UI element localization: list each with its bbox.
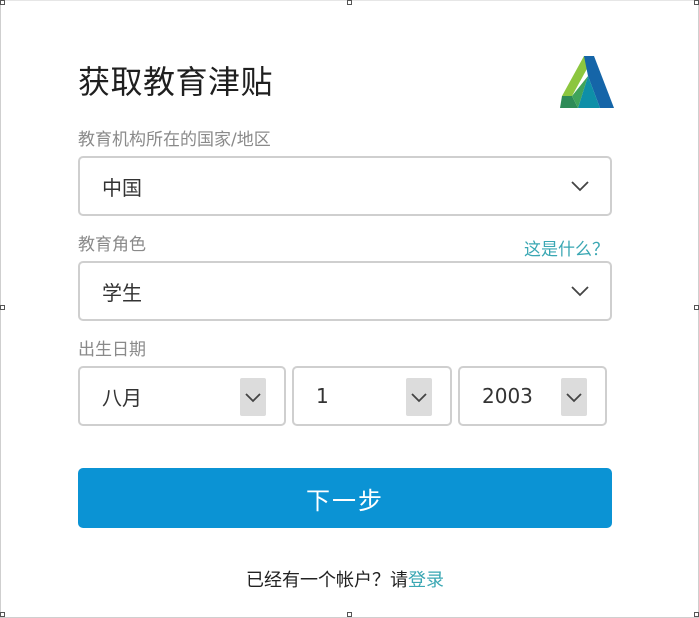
country-select[interactable]: 中国 bbox=[78, 156, 612, 216]
birth-month-value: 八月 bbox=[102, 385, 142, 410]
birth-day-select[interactable]: 1 bbox=[292, 366, 452, 426]
role-value: 学生 bbox=[102, 280, 142, 305]
resize-handle-middle-right[interactable] bbox=[694, 305, 699, 310]
what-is-this-link[interactable]: 这是什么？ bbox=[524, 239, 609, 261]
birth-year-select[interactable]: 2003 bbox=[458, 366, 607, 426]
birth-month-select[interactable]: 八月 bbox=[78, 366, 286, 426]
birth-year-value: 2003 bbox=[482, 384, 533, 408]
chevron-down-icon bbox=[240, 378, 266, 416]
next-button[interactable]: 下一步 bbox=[78, 468, 612, 528]
birth-date-label: 出生日期 bbox=[78, 340, 146, 360]
resize-handle-bottom-right[interactable] bbox=[694, 612, 699, 617]
autodesk-logo-icon bbox=[560, 56, 614, 108]
resize-handle-bottom-center[interactable] bbox=[347, 612, 352, 617]
resize-handle-bottom-left[interactable] bbox=[0, 612, 5, 617]
page-title: 获取教育津贴 bbox=[78, 63, 274, 101]
chevron-down-icon bbox=[561, 378, 587, 416]
country-value: 中国 bbox=[102, 175, 142, 200]
resize-handle-middle-left[interactable] bbox=[0, 305, 5, 310]
country-label: 教育机构所在的国家/地区 bbox=[78, 130, 271, 150]
resize-handle-top-right[interactable] bbox=[694, 0, 699, 5]
chevron-down-icon bbox=[571, 181, 589, 192]
chevron-down-icon bbox=[571, 286, 589, 297]
signin-link[interactable]: 登录 bbox=[408, 570, 444, 591]
signin-prompt: 已经有一个帐户？请登录 bbox=[0, 569, 690, 593]
role-select[interactable]: 学生 bbox=[78, 261, 612, 321]
birth-day-value: 1 bbox=[316, 384, 329, 408]
signin-prompt-text: 已经有一个帐户？请 bbox=[246, 570, 408, 591]
resize-handle-top-center[interactable] bbox=[347, 0, 352, 5]
chevron-down-icon bbox=[406, 378, 432, 416]
role-label: 教育角色 bbox=[78, 235, 146, 255]
resize-handle-top-left[interactable] bbox=[0, 0, 5, 5]
